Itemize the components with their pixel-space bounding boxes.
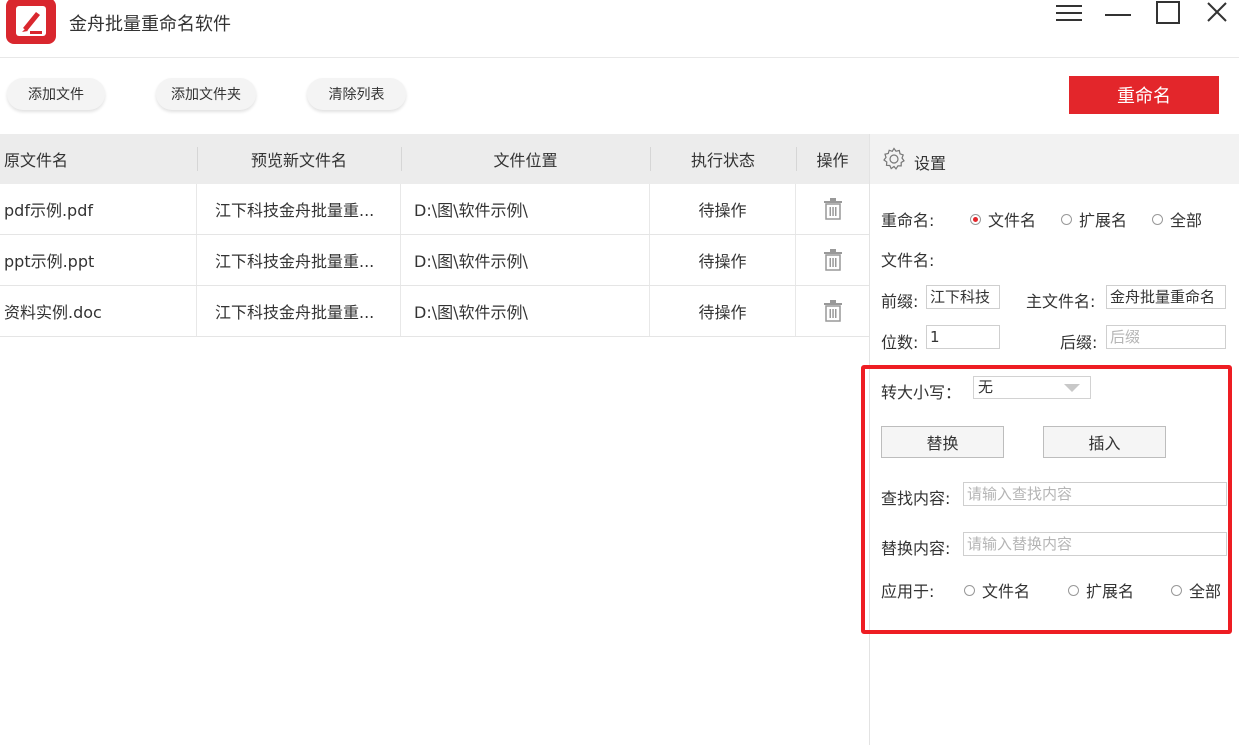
suffix-label: 后缀:	[1060, 333, 1098, 352]
main-name-input[interactable]: 金舟批量重命名	[1106, 285, 1226, 309]
cell-preview-name: 江下科技金舟批量重...	[197, 184, 401, 234]
column-status: 执行状态	[650, 134, 796, 184]
cell-original-name: pdf示例.pdf	[0, 184, 197, 234]
gear-icon	[883, 147, 905, 170]
apply-option-filename[interactable]: 文件名	[964, 578, 1030, 602]
cell-original-name: ppt示例.ppt	[0, 235, 197, 285]
cell-preview-name: 江下科技金舟批量重...	[197, 235, 401, 285]
column-location: 文件位置	[401, 134, 650, 184]
maximize-icon[interactable]	[1151, 0, 1185, 30]
column-action: 操作	[796, 134, 869, 184]
replace-content-label: 替换内容:	[881, 539, 951, 558]
add-file-button[interactable]: 添加文件	[7, 78, 105, 110]
add-folder-button[interactable]: 添加文件夹	[156, 78, 256, 110]
trash-icon[interactable]	[823, 300, 843, 322]
rename-button[interactable]: 重命名	[1069, 76, 1219, 114]
cell-location: D:\图\软件示例\	[401, 286, 650, 336]
radio-label: 文件名	[988, 211, 1037, 230]
cell-status: 待操作	[650, 184, 796, 234]
radio-label: 全部	[1189, 582, 1222, 601]
cell-location: D:\图\软件示例\	[401, 184, 650, 234]
table-row[interactable]: pdf示例.pdf 江下科技金舟批量重... D:\图\软件示例\ 待操作	[0, 184, 869, 235]
apply-option-extension[interactable]: 扩展名	[1068, 578, 1134, 602]
settings-header: 设置	[870, 134, 1239, 184]
cell-status: 待操作	[650, 235, 796, 285]
case-label: 转大小写：	[881, 383, 962, 402]
suffix-input[interactable]: 后缀	[1106, 325, 1226, 349]
replace-button[interactable]: 替换	[881, 426, 1004, 458]
app-logo-icon	[6, 0, 56, 44]
menu-icon[interactable]	[1052, 0, 1086, 30]
cell-preview-name: 江下科技金舟批量重...	[197, 286, 401, 336]
case-select-value: 无	[978, 378, 994, 396]
settings-title: 设置	[914, 154, 947, 173]
rename-option-extension[interactable]: 扩展名	[1061, 207, 1127, 231]
find-content-label: 查找内容:	[881, 489, 951, 508]
main-name-label: 主文件名:	[1026, 292, 1096, 311]
rename-target-label: 重命名:	[881, 211, 935, 230]
prefix-label: 前缀:	[881, 292, 919, 311]
panel-divider	[869, 134, 870, 745]
radio-selected-icon	[970, 213, 981, 225]
radio-label: 扩展名	[1086, 582, 1135, 601]
column-preview-name: 预览新文件名	[197, 134, 401, 184]
radio-icon	[1171, 584, 1182, 596]
digits-label: 位数:	[881, 333, 919, 352]
clear-list-button[interactable]: 清除列表	[307, 78, 406, 110]
title-bar: 金舟批量重命名软件	[0, 0, 1239, 58]
cell-original-name: 资料实例.doc	[0, 286, 197, 336]
case-select[interactable]: 无	[973, 376, 1091, 399]
cell-location: D:\图\软件示例\	[401, 235, 650, 285]
replace-content-input[interactable]: 请输入替换内容	[963, 532, 1227, 556]
close-icon[interactable]	[1200, 0, 1234, 30]
trash-icon[interactable]	[823, 198, 843, 220]
radio-label: 扩展名	[1079, 211, 1128, 230]
find-content-input[interactable]: 请输入查找内容	[963, 482, 1227, 506]
trash-icon[interactable]	[823, 249, 843, 271]
apply-to-label: 应用于:	[881, 582, 935, 601]
radio-icon	[1152, 213, 1163, 225]
apply-option-all[interactable]: 全部	[1171, 578, 1221, 602]
radio-icon	[1061, 213, 1072, 225]
radio-label: 全部	[1170, 211, 1203, 230]
digits-input[interactable]: 1	[926, 325, 1000, 349]
rename-option-filename[interactable]: 文件名	[970, 207, 1036, 231]
column-original-name: 原文件名	[4, 151, 69, 170]
cell-status: 待操作	[650, 286, 796, 336]
minimize-icon[interactable]	[1101, 0, 1135, 30]
prefix-input[interactable]: 江下科技	[926, 285, 1000, 309]
filename-section-label: 文件名:	[881, 251, 935, 270]
file-table-header: 原文件名 预览新文件名 文件位置 执行状态 操作	[0, 134, 869, 184]
chevron-down-icon	[1064, 384, 1080, 392]
radio-label: 文件名	[982, 582, 1031, 601]
table-row[interactable]: 资料实例.doc 江下科技金舟批量重... D:\图\软件示例\ 待操作	[0, 286, 869, 337]
radio-icon	[1068, 584, 1079, 596]
table-row[interactable]: ppt示例.ppt 江下科技金舟批量重... D:\图\软件示例\ 待操作	[0, 235, 869, 286]
rename-option-all[interactable]: 全部	[1152, 207, 1202, 231]
insert-button[interactable]: 插入	[1043, 426, 1166, 458]
radio-icon	[964, 584, 975, 596]
app-title: 金舟批量重命名软件	[69, 14, 231, 35]
